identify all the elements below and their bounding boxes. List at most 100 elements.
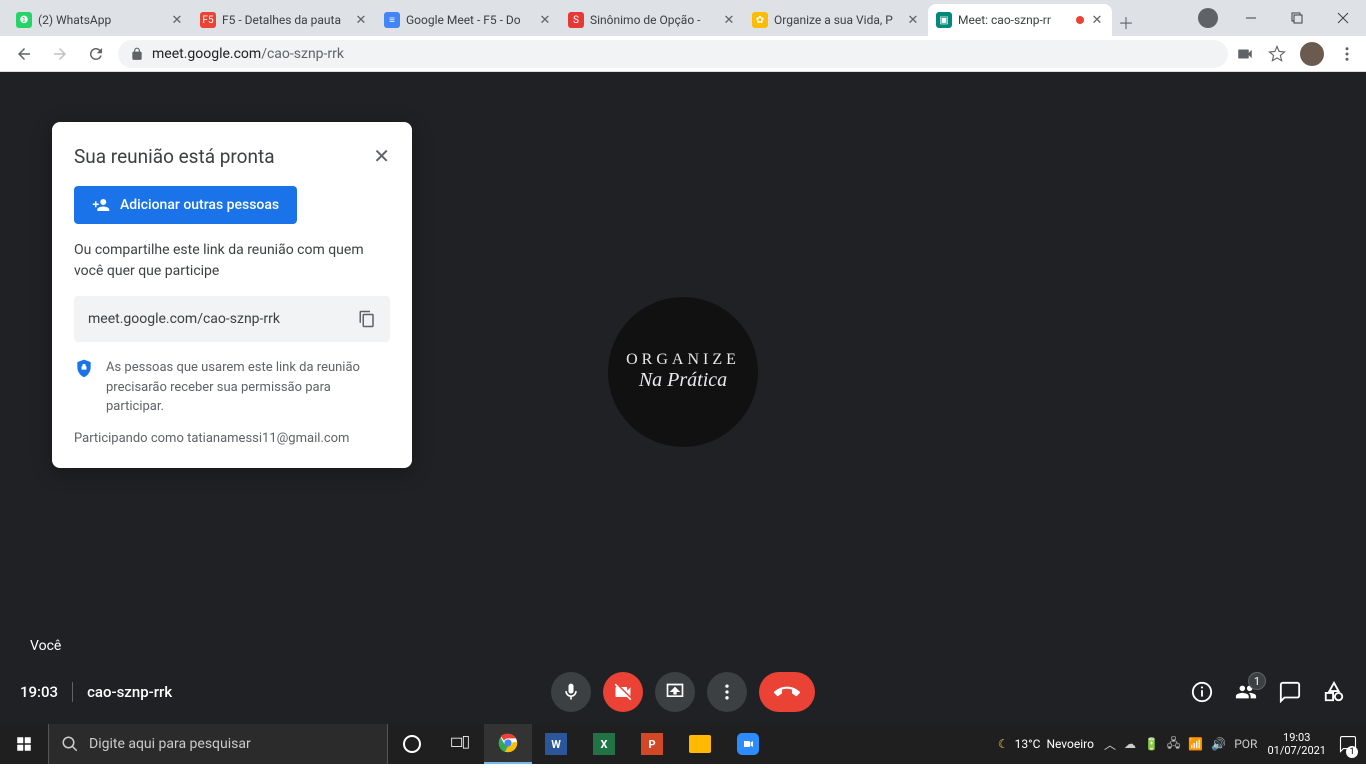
meeting-ready-popup: Sua reunião está pronta ✕ Adicionar outr… <box>52 122 412 468</box>
copy-icon <box>358 310 376 328</box>
action-center-button[interactable]: 1 <box>1336 724 1360 764</box>
copy-link-button[interactable] <box>358 310 376 328</box>
divider <box>72 682 73 702</box>
language-indicator[interactable]: POR <box>1234 737 1257 751</box>
close-popup-button[interactable]: ✕ <box>373 144 390 168</box>
weather-temp: 13°C <box>1015 737 1041 751</box>
notification-badge: 1 <box>1346 746 1358 758</box>
minimize-button[interactable] <box>1228 2 1274 34</box>
onedrive-icon[interactable]: ☁ <box>1124 737 1136 751</box>
close-icon[interactable]: ✕ <box>906 13 920 27</box>
weather-widget[interactable]: ☾ 13°C Nevoeiro <box>998 737 1094 751</box>
meet-main: ORGANIZE Na Prática Você Sua reunião est… <box>0 72 1366 724</box>
taskbar-explorer[interactable] <box>676 724 724 764</box>
forward-button[interactable] <box>46 40 74 68</box>
close-window-button[interactable] <box>1320 2 1366 34</box>
taskbar-excel[interactable]: X <box>580 724 628 764</box>
powerpoint-icon: P <box>641 733 663 755</box>
whatsapp-icon: ❶ <box>16 12 32 28</box>
cortana-button[interactable] <box>388 724 436 764</box>
star-icon[interactable] <box>1268 45 1286 63</box>
share-text: Ou compartilhe este link da reunião com … <box>74 240 390 282</box>
participants-button[interactable]: 1 <box>1234 680 1258 704</box>
profile-avatar[interactable] <box>1300 42 1324 66</box>
close-icon[interactable]: ✕ <box>722 13 736 27</box>
mic-icon <box>561 682 581 702</box>
tab-title: Sinônimo de Opção - <box>590 13 716 27</box>
tray-chevron-icon[interactable]: ︿ <box>1104 736 1116 753</box>
tab-f5-detalhes[interactable]: F5 F5 - Detalhes da pauta ✕ <box>192 4 376 36</box>
wifi-icon[interactable]: 📶 <box>1188 737 1203 751</box>
profile-badge-icon[interactable] <box>1198 8 1218 28</box>
permission-info: As pessoas que usarem este link da reuni… <box>74 358 390 417</box>
start-button[interactable] <box>0 724 48 764</box>
back-button[interactable] <box>10 40 38 68</box>
organize-icon: ✿ <box>752 12 768 28</box>
call-end-icon <box>774 679 800 705</box>
chat-icon <box>1279 681 1301 703</box>
mic-button[interactable] <box>551 672 591 712</box>
popup-title: Sua reunião está pronta <box>74 145 275 168</box>
new-tab-button[interactable]: ＋ <box>1112 8 1140 36</box>
participants-count: 1 <box>1248 672 1266 690</box>
network-icon[interactable]: 🖧 <box>1167 734 1180 755</box>
joining-as-text: Participando como tatianamessi11@gmail.c… <box>74 431 390 446</box>
add-people-button[interactable]: Adicionar outras pessoas <box>74 186 297 224</box>
avatar-text-line1: ORGANIZE <box>626 351 740 369</box>
taskbar-chrome[interactable] <box>484 724 532 764</box>
taskbar-powerpoint[interactable]: P <box>628 724 676 764</box>
shapes-icon <box>1323 681 1345 703</box>
tab-whatsapp[interactable]: ❶ (2) WhatsApp ✕ <box>8 4 192 36</box>
word-icon: W <box>545 733 567 755</box>
taskbar-word[interactable]: W <box>532 724 580 764</box>
taskbar-search[interactable]: Digite aqui para pesquisar <box>48 724 388 764</box>
meet-bottom-bar: 19:03 cao-sznp-rrk <box>0 660 1366 724</box>
camera-button[interactable] <box>603 672 643 712</box>
close-icon[interactable]: ✕ <box>1090 13 1104 27</box>
circle-icon <box>402 734 422 754</box>
tab-title: Meet: cao-sznp-rr <box>958 13 1070 27</box>
maximize-button[interactable] <box>1274 2 1320 34</box>
weather-cond: Nevoeiro <box>1046 737 1094 751</box>
tab-meet-active[interactable]: ▣ Meet: cao-sznp-rr ✕ <box>928 4 1112 36</box>
hangup-button[interactable] <box>759 672 815 712</box>
system-tray: ☾ 13°C Nevoeiro ︿ ☁ 🔋 🖧 📶 🔊 POR 19:03 01… <box>998 724 1366 764</box>
browser-toolbar: meet.google.com/cao-sznp-rrk <box>0 36 1366 72</box>
chat-button[interactable] <box>1278 680 1302 704</box>
menu-icon[interactable] <box>1338 45 1356 63</box>
close-icon[interactable]: ✕ <box>170 13 184 27</box>
volume-icon[interactable]: 🔊 <box>1211 737 1226 751</box>
tab-organize[interactable]: ✿ Organize a sua Vida, P ✕ <box>744 4 928 36</box>
close-icon[interactable]: ✕ <box>538 13 552 27</box>
present-button[interactable] <box>655 672 695 712</box>
shield-icon <box>74 358 94 378</box>
task-view-button[interactable] <box>436 724 484 764</box>
address-bar[interactable]: meet.google.com/cao-sznp-rrk <box>118 40 1228 68</box>
more-vert-icon <box>717 682 737 702</box>
docs-icon: ≡ <box>384 12 400 28</box>
clock-date: 01/07/2021 <box>1267 744 1326 757</box>
lock-icon <box>130 47 144 61</box>
tab-title: Google Meet - F5 - Do <box>406 13 532 27</box>
sinonimo-icon: S <box>568 12 584 28</box>
tab-google-docs[interactable]: ≡ Google Meet - F5 - Do ✕ <box>376 4 560 36</box>
activities-button[interactable] <box>1322 680 1346 704</box>
recording-indicator-icon <box>1076 16 1084 24</box>
more-options-button[interactable] <box>707 672 747 712</box>
battery-icon[interactable]: 🔋 <box>1144 737 1159 751</box>
browser-tabstrip: ❶ (2) WhatsApp ✕ F5 F5 - Detalhes da pau… <box>0 0 1366 36</box>
tab-sinonimo[interactable]: S Sinônimo de Opção - ✕ <box>560 4 744 36</box>
meet-right-controls: 1 <box>1190 680 1346 704</box>
clock-time: 19:03 <box>1267 731 1326 744</box>
meeting-link-box: meet.google.com/cao-sznp-rrk <box>74 296 390 342</box>
reload-button[interactable] <box>82 40 110 68</box>
tab-title: F5 - Detalhes da pauta <box>222 13 348 27</box>
taskbar-pinned: W X P <box>388 724 772 764</box>
close-icon[interactable]: ✕ <box>354 13 368 27</box>
taskbar-zoom[interactable] <box>724 724 772 764</box>
camera-icon[interactable] <box>1236 45 1254 63</box>
meeting-details-button[interactable] <box>1190 680 1214 704</box>
taskbar-clock[interactable]: 19:03 01/07/2021 <box>1267 731 1326 757</box>
person-add-icon <box>92 196 110 214</box>
meeting-link-text: meet.google.com/cao-sznp-rrk <box>88 311 280 327</box>
